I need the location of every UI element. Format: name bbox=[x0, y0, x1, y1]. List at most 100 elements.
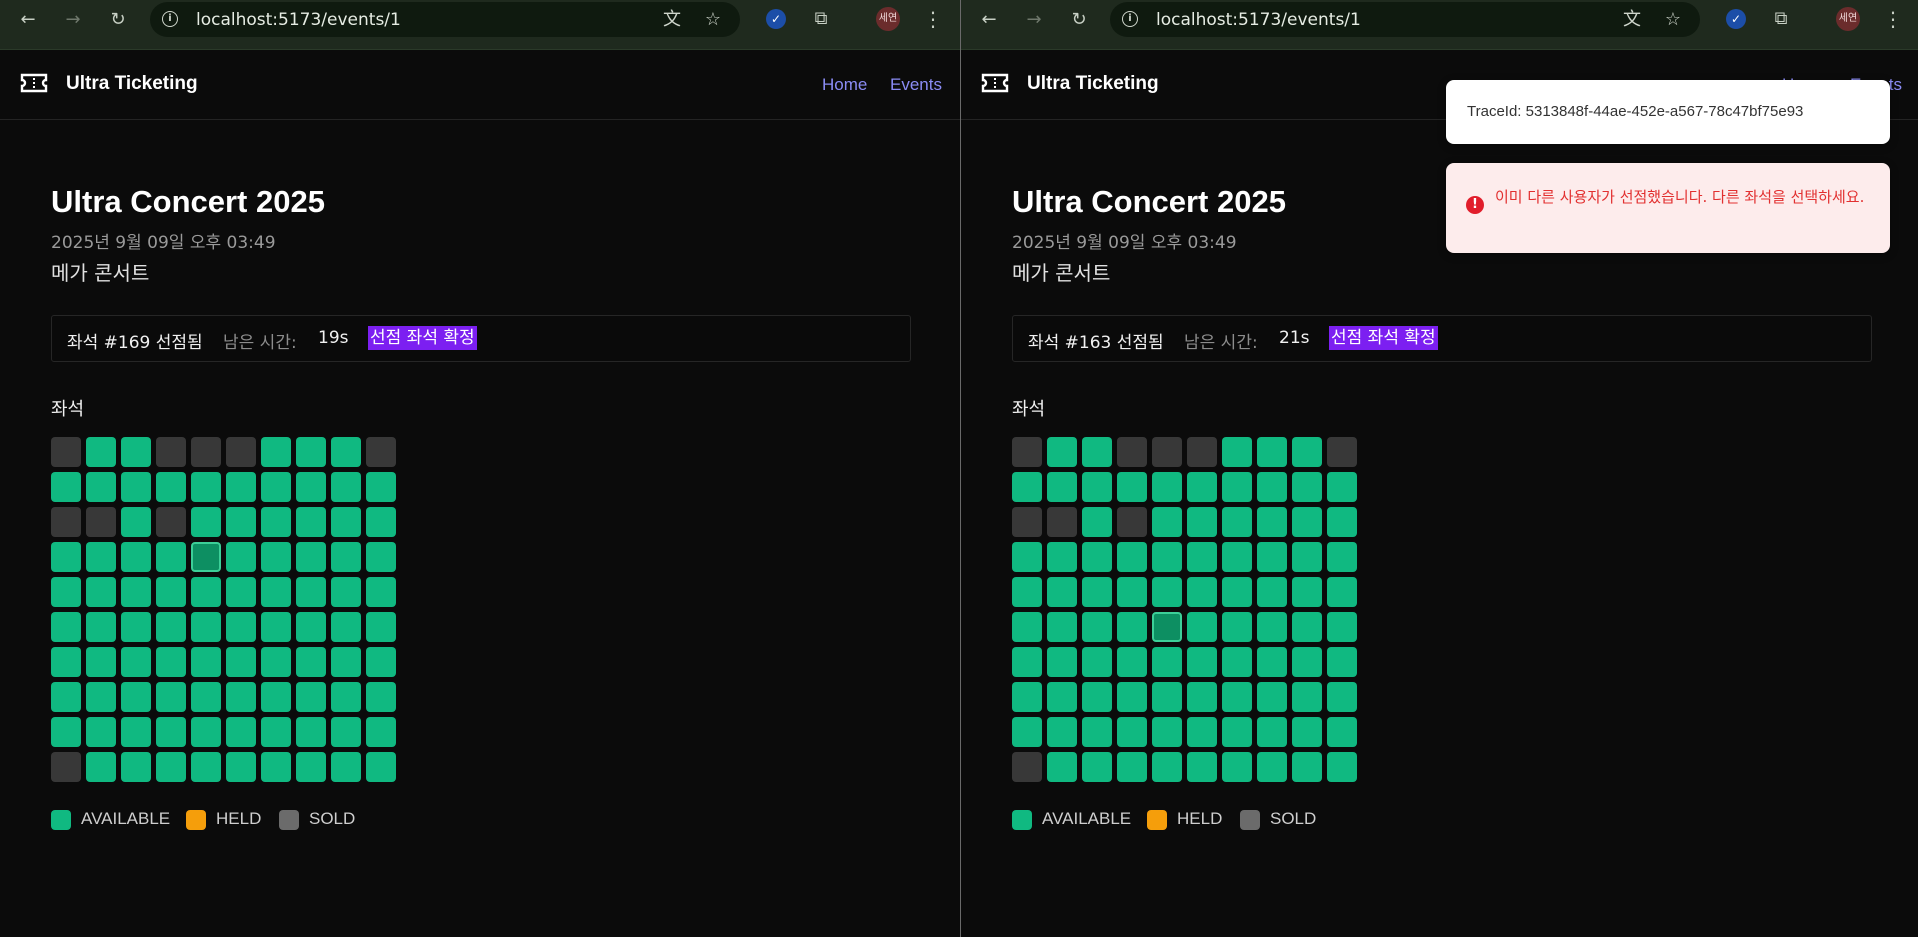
url-text[interactable]: localhost:5173/events/1 bbox=[196, 10, 401, 30]
seat-available[interactable] bbox=[296, 542, 326, 572]
seat-available[interactable] bbox=[1222, 717, 1252, 747]
seat-available[interactable] bbox=[1222, 472, 1252, 502]
extension-check-icon[interactable]: ✓ bbox=[1726, 9, 1746, 29]
seat-selected[interactable] bbox=[191, 542, 221, 572]
seat-available[interactable] bbox=[86, 472, 116, 502]
seat-available[interactable] bbox=[51, 717, 81, 747]
seat-available[interactable] bbox=[1047, 717, 1077, 747]
seat-available[interactable] bbox=[331, 717, 361, 747]
seat-available[interactable] bbox=[296, 752, 326, 782]
seat-available[interactable] bbox=[121, 472, 151, 502]
seat-available[interactable] bbox=[261, 542, 291, 572]
seat-available[interactable] bbox=[226, 612, 256, 642]
back-arrow-icon[interactable]: ← bbox=[16, 8, 40, 32]
seat-available[interactable] bbox=[1117, 472, 1147, 502]
seat-available[interactable] bbox=[1327, 507, 1357, 537]
seat-available[interactable] bbox=[1117, 577, 1147, 607]
seat-available[interactable] bbox=[1222, 752, 1252, 782]
seat-available[interactable] bbox=[296, 507, 326, 537]
seat-available[interactable] bbox=[121, 612, 151, 642]
seat-available[interactable] bbox=[226, 647, 256, 677]
seat-available[interactable] bbox=[1292, 472, 1322, 502]
seat-available[interactable] bbox=[366, 752, 396, 782]
seat-available[interactable] bbox=[331, 507, 361, 537]
seat-available[interactable] bbox=[156, 647, 186, 677]
seat-available[interactable] bbox=[296, 647, 326, 677]
seat-available[interactable] bbox=[1047, 612, 1077, 642]
seat-available[interactable] bbox=[296, 717, 326, 747]
seat-available[interactable] bbox=[366, 577, 396, 607]
seat-available[interactable] bbox=[226, 682, 256, 712]
seat-available[interactable] bbox=[1012, 472, 1042, 502]
seat-available[interactable] bbox=[86, 542, 116, 572]
info-icon[interactable]: i bbox=[162, 11, 178, 27]
brand-name[interactable]: Ultra Ticketing bbox=[66, 73, 198, 95]
seat-available[interactable] bbox=[1327, 682, 1357, 712]
seat-available[interactable] bbox=[1292, 612, 1322, 642]
star-icon[interactable]: ☆ bbox=[1661, 8, 1685, 32]
back-arrow-icon[interactable]: ← bbox=[977, 8, 1001, 32]
seat-available[interactable] bbox=[366, 612, 396, 642]
kebab-menu-icon[interactable]: ⋮ bbox=[1883, 6, 1903, 32]
seat-available[interactable] bbox=[1152, 542, 1182, 572]
seat-available[interactable] bbox=[1082, 682, 1112, 712]
seat-available[interactable] bbox=[296, 577, 326, 607]
error-toast[interactable]: ! 이미 다른 사용자가 선점했습니다. 다른 좌석을 선택하세요. bbox=[1446, 163, 1890, 253]
seat-available[interactable] bbox=[1082, 717, 1112, 747]
seat-available[interactable] bbox=[121, 542, 151, 572]
seat-available[interactable] bbox=[1117, 647, 1147, 677]
confirm-held-seat-button[interactable]: 선점 좌석 확정 bbox=[1329, 326, 1438, 350]
seat-available[interactable] bbox=[331, 472, 361, 502]
seat-available[interactable] bbox=[1292, 437, 1322, 467]
seat-available[interactable] bbox=[1187, 507, 1217, 537]
seat-available[interactable] bbox=[156, 717, 186, 747]
seat-available[interactable] bbox=[1082, 612, 1112, 642]
seat-available[interactable] bbox=[331, 437, 361, 467]
seat-available[interactable] bbox=[1257, 542, 1287, 572]
seat-available[interactable] bbox=[1292, 542, 1322, 572]
seat-available[interactable] bbox=[1152, 577, 1182, 607]
seat-available[interactable] bbox=[1222, 507, 1252, 537]
seat-available[interactable] bbox=[1047, 752, 1077, 782]
seat-available[interactable] bbox=[261, 472, 291, 502]
seat-available[interactable] bbox=[51, 472, 81, 502]
seat-available[interactable] bbox=[1222, 682, 1252, 712]
trace-id-toast[interactable]: TraceId: 5313848f-44ae-452e-a567-78c47bf… bbox=[1446, 80, 1890, 144]
seat-available[interactable] bbox=[1327, 647, 1357, 677]
seat-available[interactable] bbox=[1082, 437, 1112, 467]
url-text[interactable]: localhost:5173/events/1 bbox=[1156, 10, 1361, 30]
seat-available[interactable] bbox=[121, 437, 151, 467]
seat-available[interactable] bbox=[366, 542, 396, 572]
forward-arrow-icon[interactable]: → bbox=[1022, 8, 1046, 32]
seat-available[interactable] bbox=[261, 577, 291, 607]
seat-available[interactable] bbox=[121, 717, 151, 747]
seat-available[interactable] bbox=[1327, 717, 1357, 747]
seat-available[interactable] bbox=[191, 717, 221, 747]
seat-available[interactable] bbox=[296, 437, 326, 467]
seat-available[interactable] bbox=[1082, 472, 1112, 502]
seat-available[interactable] bbox=[1292, 752, 1322, 782]
seat-available[interactable] bbox=[226, 717, 256, 747]
seat-available[interactable] bbox=[121, 577, 151, 607]
seat-available[interactable] bbox=[191, 647, 221, 677]
seat-available[interactable] bbox=[1327, 577, 1357, 607]
seat-available[interactable] bbox=[226, 507, 256, 537]
seat-available[interactable] bbox=[1187, 752, 1217, 782]
seat-available[interactable] bbox=[1292, 577, 1322, 607]
seat-available[interactable] bbox=[1327, 612, 1357, 642]
seat-available[interactable] bbox=[1082, 752, 1112, 782]
seat-available[interactable] bbox=[51, 542, 81, 572]
seat-available[interactable] bbox=[156, 612, 186, 642]
seat-available[interactable] bbox=[1222, 542, 1252, 572]
seat-available[interactable] bbox=[261, 507, 291, 537]
address-bar[interactable]: i localhost:5173/events/1 文 ☆ bbox=[1110, 2, 1700, 37]
seat-available[interactable] bbox=[331, 542, 361, 572]
seat-available[interactable] bbox=[1292, 682, 1322, 712]
extension-check-icon[interactable]: ✓ bbox=[766, 9, 786, 29]
profile-avatar[interactable]: 세연 bbox=[1836, 7, 1860, 31]
seat-available[interactable] bbox=[121, 647, 151, 677]
seat-available[interactable] bbox=[331, 752, 361, 782]
reload-icon[interactable]: ↻ bbox=[1067, 8, 1091, 32]
seat-available[interactable] bbox=[1187, 577, 1217, 607]
seat-available[interactable] bbox=[86, 437, 116, 467]
